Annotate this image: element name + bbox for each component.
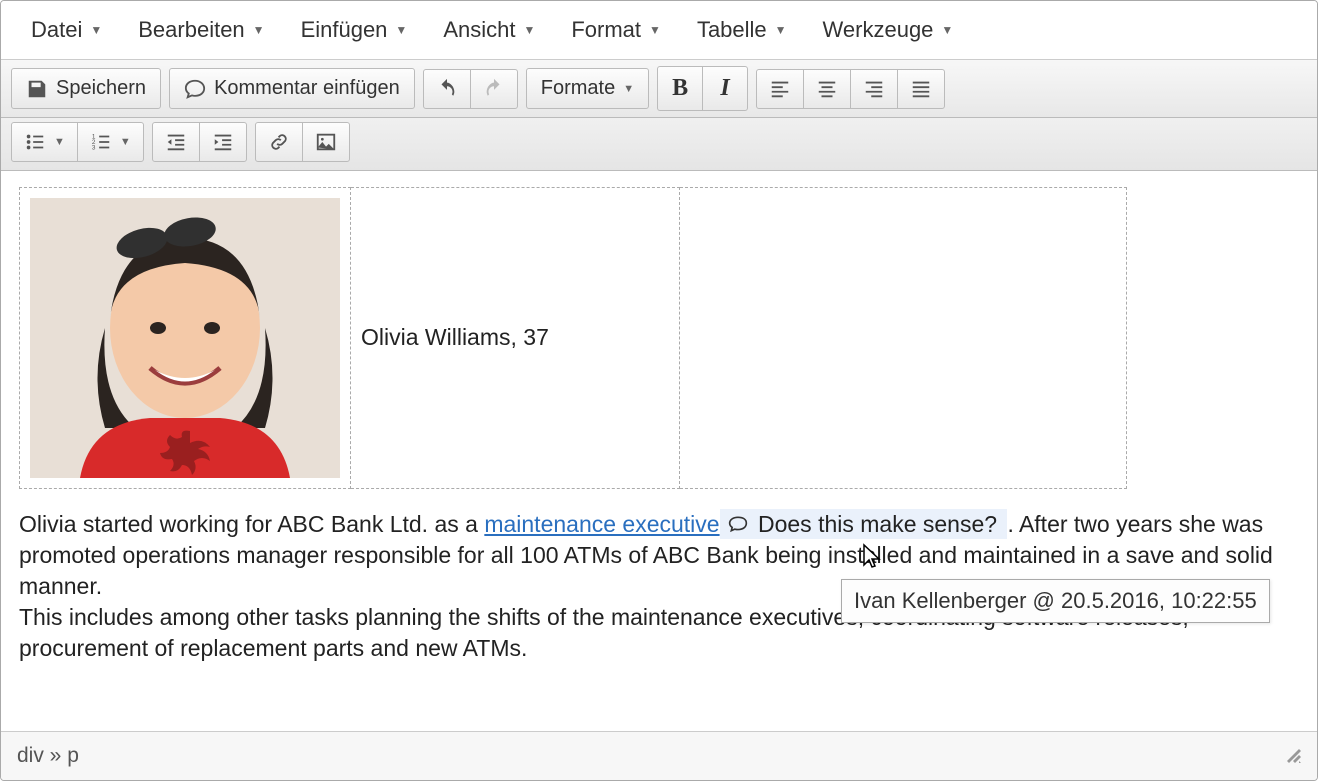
caret-down-icon: ▼ bbox=[120, 136, 131, 148]
mouse-cursor-icon bbox=[861, 543, 885, 571]
insert-group bbox=[255, 122, 350, 162]
caret-down-icon: ▼ bbox=[623, 83, 634, 95]
menu-table[interactable]: Tabelle ▼ bbox=[679, 5, 805, 55]
comment-span[interactable]: Does this make sense? bbox=[720, 509, 1008, 539]
menu-file-label: Datei bbox=[31, 17, 82, 43]
menu-format[interactable]: Format ▼ bbox=[553, 5, 679, 55]
link-icon bbox=[268, 131, 290, 153]
bullet-list-icon bbox=[24, 131, 46, 153]
person-name: Olivia Williams, 37 bbox=[361, 324, 549, 350]
table-row: Olivia Williams, 37 bbox=[20, 188, 1127, 489]
italic-button[interactable]: I bbox=[702, 66, 748, 111]
undo-redo-group bbox=[423, 69, 518, 109]
align-right-icon bbox=[863, 78, 885, 100]
undo-icon bbox=[436, 78, 458, 100]
save-button[interactable]: Speichern bbox=[11, 68, 161, 109]
rich-text-editor: Datei ▼ Bearbeiten ▼ Einfügen ▼ Ansicht ▼ Fo… bbox=[0, 0, 1318, 781]
bold-button[interactable]: B bbox=[657, 66, 703, 111]
menu-view[interactable]: Ansicht ▼ bbox=[425, 5, 553, 55]
caret-down-icon: ▼ bbox=[649, 23, 661, 37]
insert-comment-button[interactable]: Kommentar einfügen bbox=[169, 68, 415, 109]
editor-content[interactable]: Olivia Williams, 37 Olivia started worki… bbox=[1, 171, 1317, 731]
caret-down-icon: ▼ bbox=[941, 23, 953, 37]
indent-icon bbox=[212, 131, 234, 153]
menu-edit-label: Bearbeiten bbox=[138, 17, 244, 43]
indent-button[interactable] bbox=[199, 122, 247, 162]
save-icon bbox=[26, 78, 48, 100]
caret-down-icon: ▼ bbox=[523, 23, 535, 37]
menu-file[interactable]: Datei ▼ bbox=[13, 5, 120, 55]
menu-tools[interactable]: Werkzeuge ▼ bbox=[805, 5, 972, 55]
formats-dropdown[interactable]: Formate ▼ bbox=[526, 68, 649, 109]
align-justify-button[interactable] bbox=[897, 69, 945, 109]
comment-icon bbox=[184, 78, 206, 100]
element-path[interactable]: div » p bbox=[17, 744, 79, 768]
statusbar: div » p bbox=[1, 731, 1317, 780]
align-center-icon bbox=[816, 78, 838, 100]
save-button-label: Speichern bbox=[56, 77, 146, 100]
menu-table-label: Tabelle bbox=[697, 17, 767, 43]
italic-icon: I bbox=[720, 75, 729, 102]
menu-format-label: Format bbox=[571, 17, 641, 43]
svg-text:3: 3 bbox=[92, 144, 96, 151]
numbered-list-button[interactable]: 123 ▼ bbox=[77, 122, 144, 162]
font-style-group: B I bbox=[657, 66, 748, 111]
insert-comment-label: Kommentar einfügen bbox=[214, 77, 400, 100]
align-left-button[interactable] bbox=[756, 69, 804, 109]
outdent-button[interactable] bbox=[152, 122, 200, 162]
caret-down-icon: ▼ bbox=[775, 23, 787, 37]
tooltip-text: Ivan Kellenberger @ 20.5.2016, 10:22:55 bbox=[854, 588, 1257, 613]
numbered-list-icon: 123 bbox=[90, 131, 112, 153]
list-group: ▼ 123 ▼ bbox=[11, 122, 144, 162]
comment-marker-icon[interactable] bbox=[726, 513, 750, 535]
comment-text: Does this make sense? bbox=[752, 511, 1004, 537]
bullet-list-button[interactable]: ▼ bbox=[11, 122, 78, 162]
link-button[interactable] bbox=[255, 122, 303, 162]
redo-icon bbox=[483, 78, 505, 100]
empty-cell[interactable] bbox=[680, 188, 1127, 489]
avatar-photo bbox=[30, 198, 340, 478]
menubar: Datei ▼ Bearbeiten ▼ Einfügen ▼ Ansicht ▼ Fo… bbox=[1, 1, 1317, 60]
menu-edit[interactable]: Bearbeiten ▼ bbox=[120, 5, 282, 55]
caret-down-icon: ▼ bbox=[395, 23, 407, 37]
outdent-icon bbox=[165, 131, 187, 153]
indent-group bbox=[152, 122, 247, 162]
menu-view-label: Ansicht bbox=[443, 17, 515, 43]
profile-table[interactable]: Olivia Williams, 37 bbox=[19, 187, 1127, 489]
menu-insert-label: Einfügen bbox=[301, 17, 388, 43]
align-left-icon bbox=[769, 78, 791, 100]
redo-button[interactable] bbox=[470, 69, 518, 109]
para1-before: Olivia started working for ABC Bank Ltd.… bbox=[19, 511, 484, 537]
caret-down-icon: ▼ bbox=[90, 23, 102, 37]
caret-down-icon: ▼ bbox=[253, 23, 265, 37]
resize-grip-icon[interactable] bbox=[1287, 749, 1301, 763]
toolbar-row-1: Speichern Kommentar einfügen Formate ▼ B… bbox=[1, 60, 1317, 118]
align-group bbox=[756, 69, 945, 109]
menu-insert[interactable]: Einfügen ▼ bbox=[283, 5, 426, 55]
caret-down-icon: ▼ bbox=[54, 136, 65, 148]
image-button[interactable] bbox=[302, 122, 350, 162]
name-cell[interactable]: Olivia Williams, 37 bbox=[351, 188, 680, 489]
align-center-button[interactable] bbox=[803, 69, 851, 109]
toolbar-row-2: ▼ 123 ▼ bbox=[1, 118, 1317, 171]
align-justify-icon bbox=[910, 78, 932, 100]
align-right-button[interactable] bbox=[850, 69, 898, 109]
bold-icon: B bbox=[672, 75, 688, 102]
comment-tooltip: Ivan Kellenberger @ 20.5.2016, 10:22:55 bbox=[841, 579, 1270, 623]
undo-button[interactable] bbox=[423, 69, 471, 109]
image-icon bbox=[315, 131, 337, 153]
formats-label: Formate bbox=[541, 77, 615, 100]
maintenance-link[interactable]: maintenance executive bbox=[484, 511, 719, 537]
menu-tools-label: Werkzeuge bbox=[823, 17, 934, 43]
photo-cell[interactable] bbox=[20, 188, 351, 489]
